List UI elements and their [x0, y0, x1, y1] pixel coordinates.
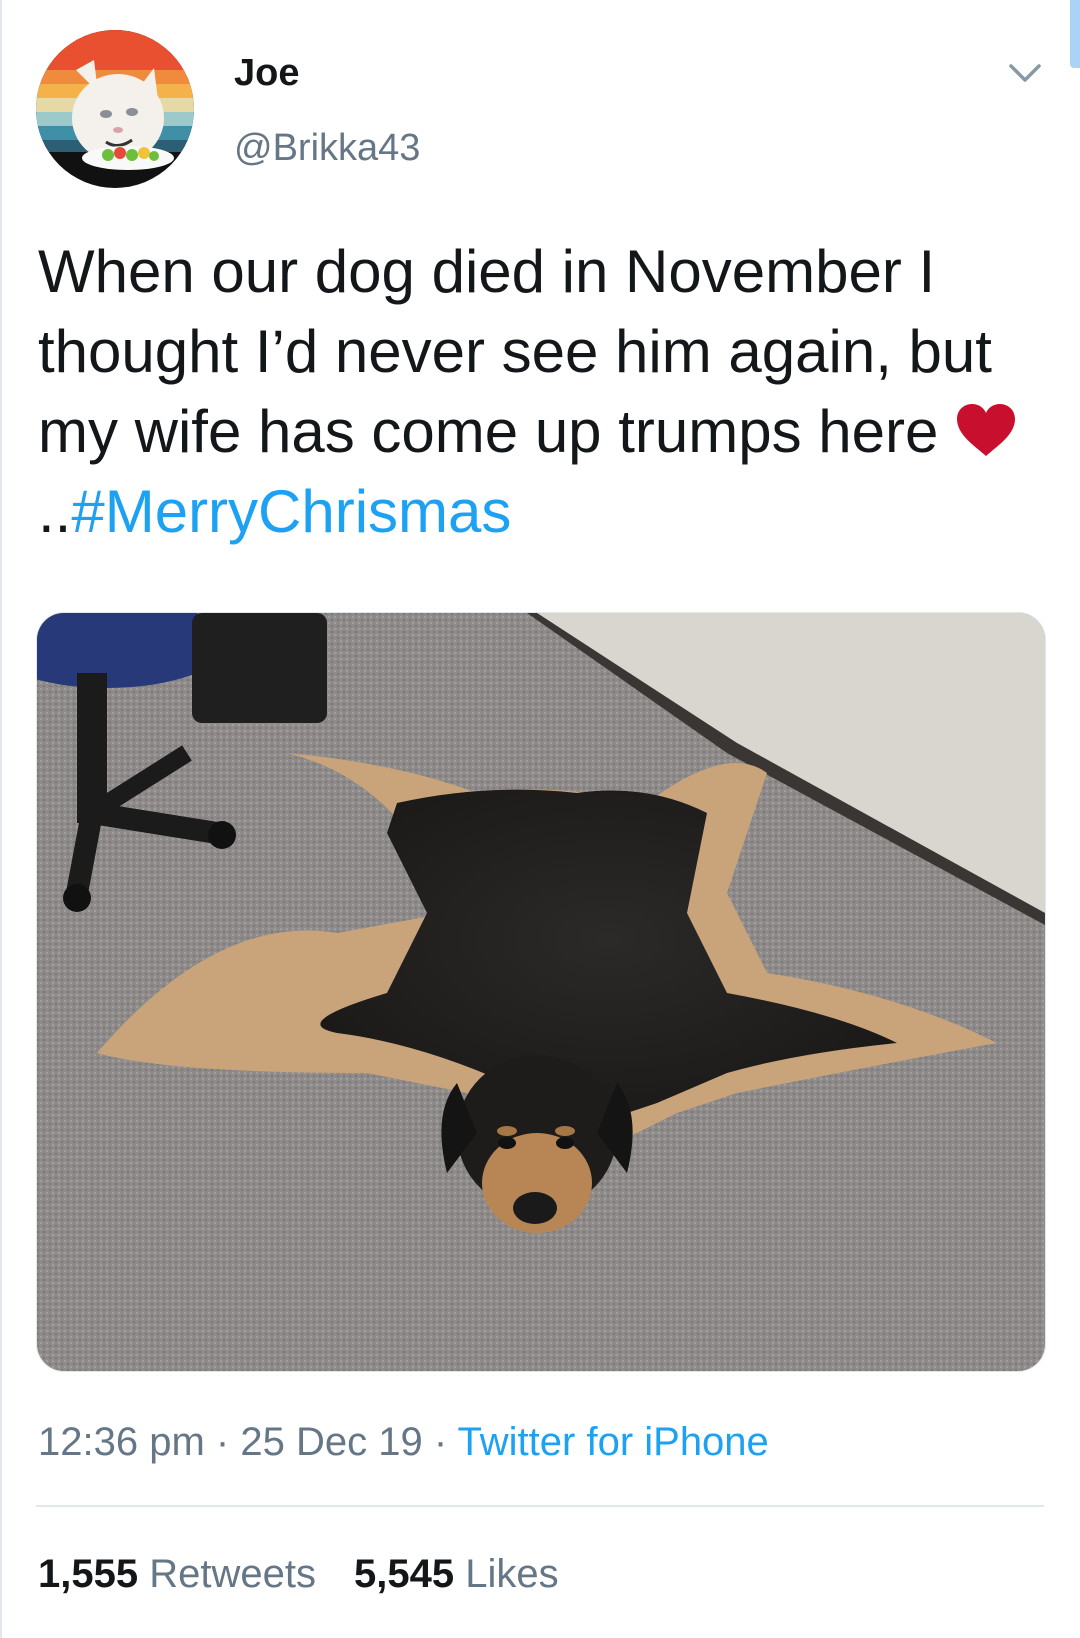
display-name[interactable]: Joe — [234, 52, 299, 95]
retweets-count: 1,555 — [38, 1552, 139, 1596]
cat-avatar-icon — [36, 30, 194, 188]
likes-label: Likes — [465, 1552, 559, 1596]
page-left-edge — [0, 0, 2, 1638]
divider — [36, 1505, 1044, 1507]
likes-stat[interactable]: 5,545 Likes — [354, 1552, 559, 1596]
user-handle[interactable]: @Brikka43 — [234, 127, 420, 170]
scrollbar-thumb[interactable] — [1070, 0, 1080, 68]
meta-separator: · — [215, 1420, 230, 1464]
tweet-meta: 12:36 pm · 25 Dec 19 · Twitter for iPhon… — [38, 1420, 769, 1465]
tweet-text: When our dog died in November I thought … — [38, 232, 1048, 552]
avatar[interactable] — [36, 30, 194, 188]
tweet-text-body: When our dog died in November I thought … — [38, 238, 992, 465]
chevron-down-icon[interactable] — [1005, 58, 1045, 88]
dog-rug-photo — [37, 613, 1045, 1371]
hashtag-link[interactable]: #MerryChrismas — [71, 478, 511, 545]
red-heart-icon — [955, 398, 1017, 456]
retweets-label: Retweets — [149, 1552, 316, 1596]
tweet-date[interactable]: 25 Dec 19 — [240, 1420, 422, 1464]
tweet-time[interactable]: 12:36 pm — [38, 1420, 205, 1464]
meta-separator: · — [433, 1420, 448, 1464]
likes-count: 5,545 — [353, 1552, 455, 1596]
retweets-stat[interactable]: 1,555 Retweets — [38, 1552, 316, 1596]
tweet-text-dots: .. — [38, 478, 72, 545]
tweet-photo[interactable] — [36, 612, 1046, 1372]
tweet-source-link[interactable]: Twitter for iPhone — [458, 1420, 769, 1464]
tweet-stats: 1,555 Retweets 5,545 Likes — [38, 1552, 559, 1597]
